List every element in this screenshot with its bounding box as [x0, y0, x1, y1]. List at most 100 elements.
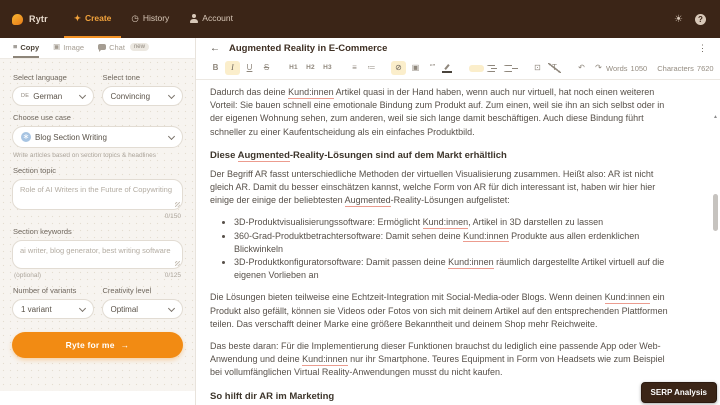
text-segment: Dadurch das deine: [210, 87, 289, 97]
new-badge: new: [129, 43, 149, 51]
paragraph: Der Begriff AR fasst unterschiedliche Me…: [210, 168, 672, 208]
editor-toolbar: B I U S H1 H2 H3 ≡ ≔ ⊘ ▣ “” ⊡ T ↶ ↷: [208, 61, 606, 75]
undo-button[interactable]: ↶: [574, 61, 589, 75]
document-body[interactable]: Dadurch das deine Kund:innen Artikel qua…: [196, 80, 720, 405]
ordered-list-button[interactable]: ≔: [364, 61, 379, 75]
list-item: 360-Grad-Produktbetrachtersoftware: Dami…: [234, 230, 672, 256]
tab-chat[interactable]: Chat new: [98, 38, 149, 58]
topbar-actions: ☀ ?: [660, 0, 720, 38]
align-right-button[interactable]: [503, 64, 518, 72]
redo-button[interactable]: ↷: [591, 61, 606, 75]
bullet-list-button[interactable]: ≡: [347, 61, 362, 75]
list-item: 3D-Produktkonfiguratorsoftware: Damit pa…: [234, 256, 672, 282]
section-topic-input[interactable]: [12, 179, 183, 210]
toolbar-row: B I U S H1 H2 H3 ≡ ≔ ⊘ ▣ “” ⊡ T ↶ ↷ Words 1050 Character…: [196, 57, 720, 80]
clear-format-button[interactable]: T: [547, 61, 562, 75]
sparkle-icon: ✦: [73, 12, 81, 23]
copy-icon: ≡: [13, 42, 18, 52]
heading-1-button[interactable]: H1: [286, 61, 301, 75]
text-segment: 3D-Produktvisualisierungssoftware: Ermög…: [234, 217, 423, 228]
words-stat: Words 1050: [606, 63, 648, 73]
chevron-down-icon: [167, 304, 176, 312]
document-title[interactable]: Augmented Reality in E-Commerce: [229, 43, 695, 54]
unlink-button[interactable]: ⊘: [391, 61, 406, 75]
variants-label: Number of variants: [13, 286, 77, 295]
rytr-logo-icon: [12, 13, 23, 25]
section-keywords-label: Section keywords: [13, 227, 72, 236]
keywords-optional: (optional): [14, 272, 42, 279]
italic-button[interactable]: I: [225, 61, 240, 75]
text-segment: Die Lösungen bieten teilweise eine Echtz…: [210, 292, 605, 303]
rytr-app: Rytr ✦ Create ◷ History Account ☀ ? ≡ Co…: [0, 0, 720, 405]
use-case-select[interactable]: ∗ Blog Section Writing: [12, 126, 183, 148]
brand-name: Rytr: [29, 14, 48, 24]
tab-image[interactable]: ▣ Image: [53, 38, 84, 58]
scrollbar[interactable]: ▲ ▼: [712, 115, 719, 402]
scrollbar-thumb[interactable]: [713, 194, 718, 231]
spellcheck-marked-text: Augmented: [237, 149, 290, 163]
section-heading: So hilft dir AR im Marketing: [210, 391, 672, 403]
bold-button[interactable]: B: [208, 61, 223, 75]
spellcheck-marked-text: Kund:innen: [604, 292, 651, 304]
language-select[interactable]: DE German: [12, 86, 94, 106]
resize-handle-icon[interactable]: [175, 202, 180, 207]
variants-select[interactable]: 1 variant: [12, 299, 94, 319]
main-nav: ✦ Create ◷ History Account: [63, 0, 243, 38]
spellcheck-marked-text: Augmented: [344, 195, 391, 207]
tone-select[interactable]: Convincing: [101, 86, 183, 106]
insert-media-button[interactable]: ⊡: [530, 61, 545, 75]
heading-3-button[interactable]: H3: [320, 61, 335, 75]
nav-account-label: Account: [202, 13, 233, 23]
brand[interactable]: Rytr: [12, 0, 48, 38]
tab-copy[interactable]: ≡ Copy: [13, 38, 40, 58]
theme-toggle-icon[interactable]: ☀: [674, 14, 683, 25]
spellcheck-marked-text: Kund:innen: [302, 354, 348, 366]
characters-stat: Characters 7620: [657, 63, 714, 73]
keywords-counter: 0/125: [164, 272, 181, 279]
section-heading: Diese Augmented-Reality-Lösungen sind au…: [210, 149, 672, 163]
tab-copy-label: Copy: [20, 42, 40, 52]
paragraph: Dadurch das deine Kund:innen Artikel qua…: [210, 86, 672, 139]
language-prefix: DE: [21, 93, 30, 99]
section-keywords-input[interactable]: [12, 240, 183, 269]
creativity-select[interactable]: Optimal: [101, 299, 183, 319]
bullet-list: 3D-Produktvisualisierungssoftware: Ermög…: [210, 216, 672, 282]
text-segment: -Reality-Lösungen sind auf dem Markt erh…: [289, 149, 507, 161]
insert-image-button[interactable]: ▣: [408, 61, 423, 75]
topbar: Rytr ✦ Create ◷ History Account ☀ ?: [0, 0, 720, 38]
text-color-button[interactable]: [442, 64, 457, 73]
select-language-label: Select language: [13, 73, 67, 82]
strikethrough-button[interactable]: S: [259, 61, 274, 75]
align-left-button[interactable]: [469, 64, 484, 72]
clock-icon: ◷: [131, 12, 139, 23]
resize-handle-icon[interactable]: [175, 261, 180, 266]
ryte-for-me-button[interactable]: Ryte for me →: [12, 332, 183, 358]
arrow-right-icon: →: [120, 340, 130, 350]
heading-2-button[interactable]: H2: [303, 61, 318, 75]
nav-history[interactable]: ◷ History: [121, 0, 179, 38]
sidebar-panel: Select language DE German Select tone Co…: [0, 59, 195, 391]
blockquote-button[interactable]: “”: [425, 61, 440, 75]
nav-create[interactable]: ✦ Create: [63, 0, 122, 38]
more-options-icon[interactable]: ⋮: [695, 43, 710, 54]
variants-value: 1 variant: [21, 304, 52, 314]
topic-counter: 0/150: [164, 213, 181, 220]
text-segment: Diese: [210, 149, 238, 161]
nav-account[interactable]: Account: [179, 0, 243, 38]
spellcheck-marked-text: Kund:innen: [463, 230, 509, 243]
underline-button[interactable]: U: [242, 61, 257, 75]
chevron-down-icon: [167, 91, 176, 99]
person-icon: [189, 13, 198, 23]
serp-analysis-button[interactable]: SERP Analysis: [640, 382, 717, 403]
back-button[interactable]: ←: [210, 43, 220, 54]
creativity-value: Optimal: [110, 304, 139, 314]
paragraph: Das beste daran: Für die Implementierung…: [210, 340, 672, 380]
tone-value: Convincing: [110, 91, 151, 101]
sidebar-tabs: ≡ Copy ▣ Image Chat new: [0, 38, 195, 59]
align-center-button[interactable]: [486, 64, 501, 72]
spellcheck-marked-text: Kund:innen: [288, 87, 334, 99]
scroll-up-icon[interactable]: ▲: [713, 115, 718, 120]
text-segment: 360-Grad-Produktbetrachtersoftware: Dami…: [234, 230, 464, 241]
chevron-down-icon: [78, 304, 86, 312]
help-icon[interactable]: ?: [695, 13, 706, 25]
